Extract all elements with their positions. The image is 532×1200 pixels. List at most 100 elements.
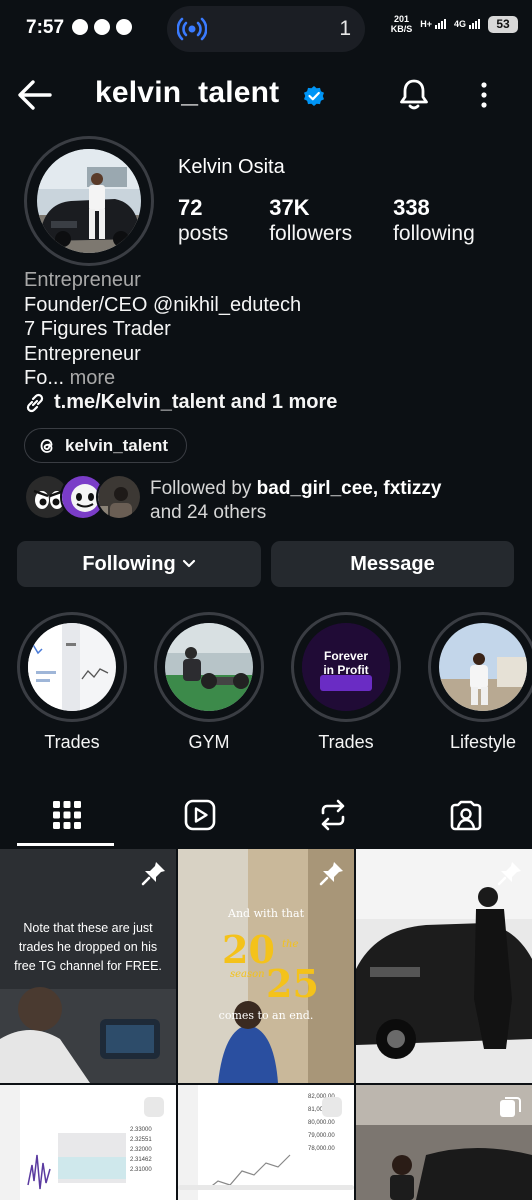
bio-link-text: t.me/Kelvin_talent and 1 more <box>54 391 338 413</box>
dynamic-island[interactable]: 1 <box>167 6 365 52</box>
notification-icons <box>72 19 132 35</box>
message-button[interactable]: Message <box>271 541 514 587</box>
post-tile[interactable]: And with that 20 the season 25 comes to … <box>178 849 354 1083</box>
stat-posts[interactable]: 72 posts <box>178 194 228 247</box>
threads-badge[interactable]: kelvin_talent <box>24 428 187 463</box>
pin-icon <box>141 862 165 886</box>
signal-2: 4G <box>454 19 480 29</box>
carousel-icon <box>322 1097 342 1117</box>
more-vertical-icon[interactable] <box>475 80 493 110</box>
post-year-part: 25 <box>266 961 319 1006</box>
highlight-ring: Forever in Profit <box>291 612 401 722</box>
threads-username: kelvin_talent <box>65 435 168 455</box>
bio-category: Entrepreneur <box>24 269 141 291</box>
carousel-icon <box>500 1097 521 1117</box>
highlight-label: Trades <box>44 732 100 752</box>
profile-bio: Entrepreneur Founder/CEO @nikhil_edutech… <box>24 268 514 391</box>
highlight-label: Lifestyle <box>449 732 517 752</box>
avatar <box>37 149 141 253</box>
verified-badge-icon <box>304 86 324 106</box>
tagged-icon <box>450 800 481 831</box>
link-icon <box>26 393 44 412</box>
carousel-icon <box>144 1097 164 1117</box>
battery-icon: 53 <box>488 15 518 33</box>
post-caption-text: Note that these are just trades he dropp… <box>14 921 162 973</box>
highlight-ring <box>154 612 264 722</box>
bell-icon[interactable] <box>396 76 432 112</box>
back-arrow-icon[interactable] <box>16 78 54 112</box>
highlight-ring <box>428 612 532 722</box>
profile-username: kelvin_talent <box>95 76 280 109</box>
status-time: 7:57 <box>26 17 65 38</box>
following-button[interactable]: Following <box>17 541 261 587</box>
followed-by-others: and 24 others <box>150 502 267 523</box>
post-tile[interactable]: Note that these are just trades he dropp… <box>0 849 176 1083</box>
tab-reels[interactable] <box>133 784 266 846</box>
pin-icon <box>319 862 343 886</box>
highlight-lifestyle[interactable]: Lifestyle <box>428 612 532 753</box>
stat-value: 72 <box>178 195 203 220</box>
followed-by-text: Followed by bad_girl_cee, fxtizzy and 24… <box>150 478 442 523</box>
post-tile[interactable] <box>356 1085 532 1200</box>
stat-value: 338 <box>393 195 430 220</box>
post-tile[interactable] <box>356 849 532 1083</box>
post-tile[interactable]: 82,000.00 81,000.00 80,000.00 79,000.00 … <box>178 1085 354 1200</box>
stat-following[interactable]: 338 following <box>393 194 475 247</box>
pin-icon <box>497 862 521 886</box>
status-indicators: 201 KB/S H+ 4G 53 <box>391 14 518 34</box>
profile-stats: 72 posts 37K followers 338 following <box>178 194 516 247</box>
post-caption-word: season <box>230 969 265 980</box>
stat-value: 37K <box>269 195 310 220</box>
network-speed: 201 KB/S <box>390 14 413 34</box>
highlight-trades-1[interactable]: Trades <box>17 612 127 753</box>
highlight-cover <box>439 623 527 711</box>
bio-line: Entrepreneur <box>24 342 141 365</box>
facebook-icon <box>72 19 88 35</box>
bio-line: 7 Figures Trader <box>24 318 171 340</box>
post-tile[interactable]: 2.33000 2.32551 2.32000 2.31462 2.31000 <box>0 1085 176 1200</box>
message-button-label: Message <box>350 552 435 575</box>
island-counter: 1 <box>339 17 351 40</box>
reels-icon <box>184 799 215 831</box>
profile-full-name: Kelvin Osita <box>178 156 285 178</box>
highlight-cover <box>165 623 253 711</box>
reposts-icon <box>321 799 344 831</box>
posts-grid: Note that these are just trades he dropp… <box>0 849 532 1200</box>
highlight-cover-text: in Profit <box>323 663 369 677</box>
followed-by-names: bad_girl_cee, fxtizzy <box>256 478 442 499</box>
bio-line[interactable]: Founder/CEO @nikhil_edutech <box>24 293 514 318</box>
highlight-trades-2[interactable]: Forever in Profit Trades <box>291 612 401 753</box>
highlight-cover-text: Forever <box>323 649 369 663</box>
profile-header: kelvin_talent <box>0 66 532 124</box>
signal-bars-icon <box>434 19 446 29</box>
bio-truncated-line: Fo... more <box>24 367 116 389</box>
highlight-ring <box>17 612 127 722</box>
story-highlights: Trades GYM Forever in Profit Trades Life… <box>0 612 532 762</box>
tab-active-indicator <box>17 843 114 846</box>
profile-avatar-ring[interactable] <box>24 136 154 266</box>
threads-icon <box>40 438 53 453</box>
follower-avatar <box>96 474 142 520</box>
tab-grid[interactable] <box>0 784 133 846</box>
followed-by[interactable]: Followed by bad_girl_cee, fxtizzy and 24… <box>24 474 514 524</box>
highlight-label: Trades <box>318 732 374 752</box>
post-caption-line: And with that <box>228 907 304 920</box>
profile-tabs <box>0 784 532 846</box>
stat-label: posts <box>178 222 229 245</box>
signal-1: H+ <box>420 19 446 29</box>
highlight-gym[interactable]: GYM <box>154 612 264 753</box>
hotspot-icon <box>177 17 207 41</box>
highlight-label: GYM <box>188 732 230 752</box>
grid-icon <box>52 801 81 829</box>
home-indicator[interactable] <box>178 1185 354 1190</box>
bio-link[interactable]: t.me/Kelvin_talent and 1 more <box>24 391 337 414</box>
snapchat-icon <box>94 19 110 35</box>
stat-label: following <box>393 222 475 245</box>
post-caption-line: comes to an end. <box>218 1009 314 1022</box>
tab-reposts[interactable] <box>266 784 399 846</box>
stat-followers[interactable]: 37K followers <box>269 194 352 247</box>
tab-tagged[interactable] <box>399 784 532 846</box>
chevron-down-icon <box>182 559 195 568</box>
highlight-cover: Forever in Profit <box>302 623 390 711</box>
bio-more-link[interactable]: more <box>70 367 116 389</box>
